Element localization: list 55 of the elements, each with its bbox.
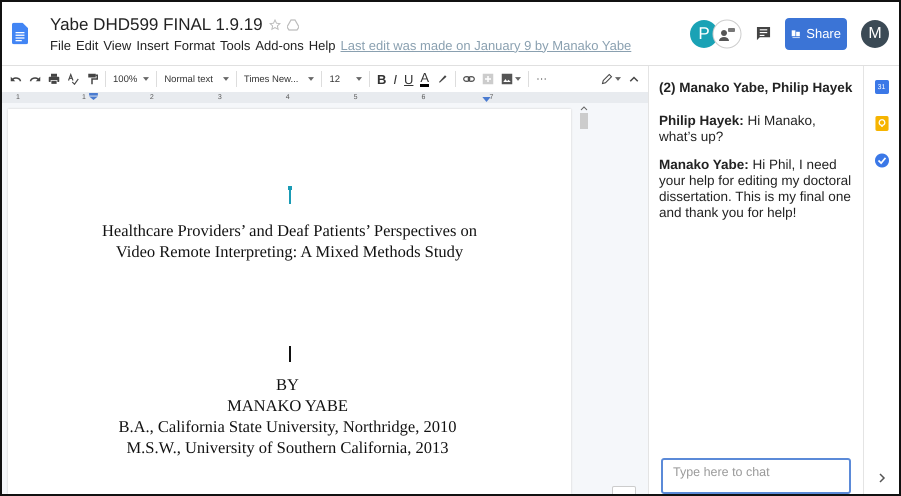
share-button[interactable]: Share: [785, 18, 847, 50]
document-title-line: Healthcare Providers’ and Deaf Patients’ Perspectives on: [102, 220, 478, 241]
print-icon[interactable]: [48, 73, 60, 85]
caret-icon: [143, 77, 150, 81]
menu-item[interactable]: Edit: [76, 38, 98, 52]
link-icon[interactable]: [463, 73, 476, 85]
caret-icon: [222, 77, 229, 81]
bold-button[interactable]: B: [377, 72, 386, 86]
menu-item[interactable]: File: [50, 38, 71, 52]
caret-icon[interactable]: [615, 77, 621, 81]
chat-message: Philip Hayek: Hi Manako, what’s up?: [659, 113, 817, 145]
caret-icon: [308, 77, 314, 81]
docs-logo-icon[interactable]: [12, 22, 28, 45]
chat-people-icon[interactable]: [712, 18, 742, 48]
chat-input[interactable]: Type here to chat: [661, 458, 851, 494]
account-avatar[interactable]: M: [861, 20, 889, 48]
image-icon[interactable]: [501, 73, 514, 85]
caret-icon[interactable]: [515, 77, 522, 81]
highlight-pen-icon[interactable]: [436, 73, 448, 85]
chat-title: (2) Manako Yabe, Philip Hayek: [659, 80, 853, 95]
text-cursor: [288, 346, 290, 362]
style-dropdown[interactable]: Normal text: [164, 74, 229, 84]
document-title[interactable]: Yabe DHD599 FINAL 1.9.19: [50, 14, 263, 34]
indent-marker-icon[interactable]: [89, 93, 98, 100]
menu-item[interactable]: Format: [174, 38, 215, 52]
author-line: MANAKO YABE: [226, 395, 349, 416]
font-dropdown[interactable]: Times New...: [244, 74, 314, 84]
text-color-button[interactable]: A: [420, 72, 430, 86]
document-title-line: Video Remote Interpreting: A Mixed Methods Study: [114, 241, 464, 262]
expand-chevron-icon[interactable]: [878, 472, 886, 484]
scrollbar-thumb[interactable]: [580, 113, 588, 129]
indent-marker-icon[interactable]: [482, 97, 491, 102]
author-line: BY: [275, 374, 300, 395]
menu-item[interactable]: Help: [308, 38, 336, 52]
cursor-flag-icon: [288, 186, 292, 204]
more-button[interactable]: ···: [536, 73, 548, 85]
chat-message: Manako Yabe: Hi Phil, I need your help for editing my doctoral dissertation. This is my final one and thank you for help!: [659, 157, 852, 221]
menu-item[interactable]: View: [103, 38, 132, 52]
pencil-icon[interactable]: [601, 73, 613, 85]
paint-format-icon[interactable]: [86, 73, 98, 85]
author-line: M.S.W., University of Southern California, 2013: [125, 437, 450, 458]
check-circle-icon[interactable]: [874, 153, 888, 168]
underline-button[interactable]: U: [404, 72, 414, 86]
font-size-dropdown[interactable]: 12: [329, 74, 362, 84]
italic-button[interactable]: I: [393, 72, 398, 86]
caret-icon: [356, 77, 362, 81]
scroll-up-icon[interactable]: [580, 105, 588, 111]
zoom-dropdown[interactable]: 100%: [113, 74, 150, 84]
menu-item[interactable]: Tools: [220, 38, 250, 52]
author-line: B.A., California State University, Northridge, 2010: [118, 416, 457, 437]
menu-item[interactable]: Insert: [136, 38, 169, 52]
spellcheck-icon[interactable]: [67, 73, 79, 85]
star-icon[interactable]: [268, 18, 281, 30]
comment-icon[interactable]: [756, 26, 771, 41]
menu-item[interactable]: Add-ons: [255, 38, 304, 52]
